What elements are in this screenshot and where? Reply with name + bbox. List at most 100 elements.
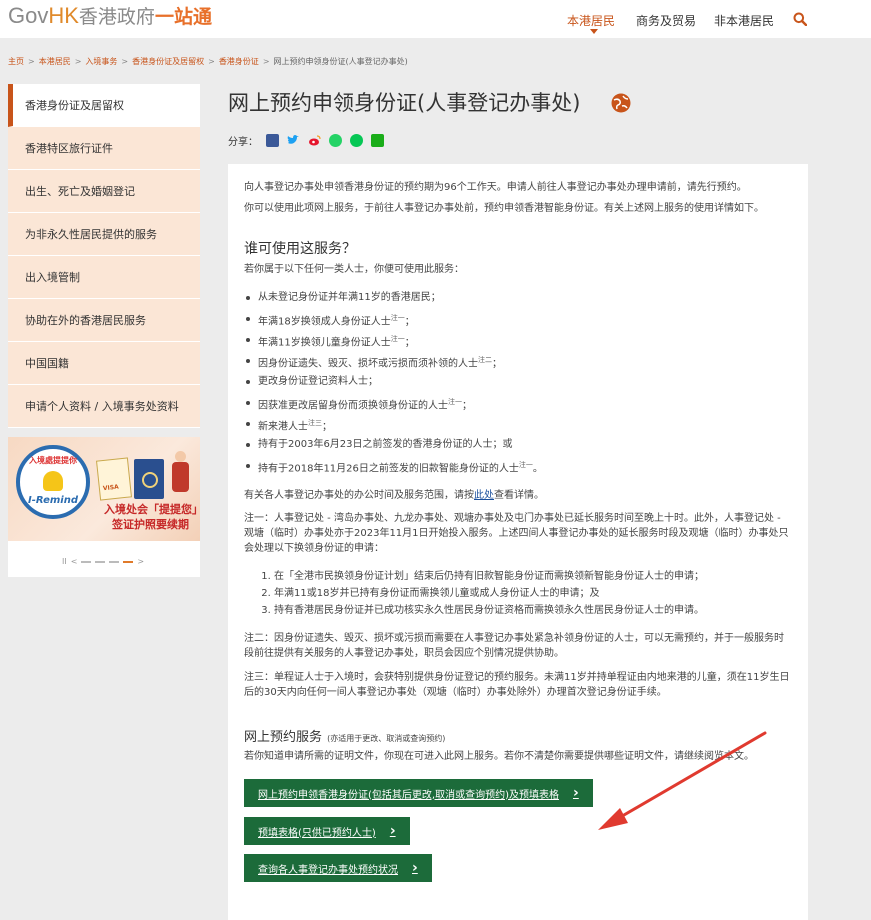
list-item: 持有香港居民身份证并已成功核实永久性居民身份证资格而需换领永久性居民身份证人士的… [274,602,792,619]
eligibility-list: 从未登记身份证并年满11岁的香港居民； 年满18岁换领成人身份证人士注一； 年满… [244,287,792,476]
list-item: 年满11岁换领儿童身份证人士注一； [244,329,792,350]
search-icon[interactable] [793,12,807,26]
chevron-right-icon: › [412,860,418,876]
carousel-controls: II < > [62,557,144,566]
note-3: 注三：单程证人士于入境时，会获特别提供身份证登记的预约服务。未满11岁并持单程证… [244,672,790,698]
whatsapp-icon[interactable] [329,134,342,147]
list-item-text: 持有于2018年11月26日之前签发的旧款智能身份证的人士 [258,463,519,475]
list-item-text: 年满18岁换领成人身份证人士 [258,316,391,328]
visa-card-icon: VISA [95,457,133,501]
breadcrumb-immigration[interactable]: 入境事务 [85,57,117,66]
facebook-icon[interactable] [266,134,279,147]
nav-business[interactable]: 商务及贸易 [636,12,696,29]
online-service-globe-icon [611,93,631,113]
nav-non-residents[interactable]: 非本港居民 [714,12,774,29]
button-label: 网上预约申领香港身份证(包括其后更改,取消或查询预约)及预填表格 [258,789,559,801]
site-header: GovHK香港政府一站通 本港居民 商务及贸易 非本港居民 [0,0,871,38]
breadcrumb-id-card[interactable]: 香港身份证 [219,57,259,66]
chevron-right-icon: › [389,823,396,839]
footnote-ref[interactable]: 注三 [308,419,322,427]
list-item: 年满11或18岁并已持有身份证而需换领儿童或成人身份证人士的申请；及 [274,585,792,602]
govhk-logo[interactable]: GovHK香港政府一站通 [8,2,212,29]
chevron-right-icon: › [572,785,579,801]
footnote-ref[interactable]: 注一 [448,398,462,406]
sidebar-item-id-residence[interactable]: 香港身份证及居留权 [8,84,200,127]
button-group: 网上预约申领香港身份证(包括其后更改,取消或查询预约)及预填表格 › 预填表格(只… [244,779,792,882]
office-info-tail: 查看详情。 [494,490,544,501]
banner-line-1: 入境处会「提提您」 [104,503,200,516]
list-item: 更改身份证登记资料人士； [244,371,792,392]
chevron-left-icon[interactable]: < [71,557,78,566]
nav-residents[interactable]: 本港居民 [567,12,615,29]
chevron-right-icon[interactable]: > [137,557,144,566]
logo-gov-text: Gov [8,3,49,28]
list-item-tail: ； [404,337,415,349]
office-info: 有关各人事登记办事处的办公时间及服务范围，请按此处查看详情。 [244,488,792,503]
promo-banner[interactable]: 入境處提提你 I-Remind VISA 入境处会「提提您」 签证护照要续期 I… [8,437,200,577]
share-bar: 分享： [228,133,384,148]
wechat-icon[interactable] [371,134,384,147]
twitter-icon[interactable] [287,134,300,147]
breadcrumb-separator: > [121,57,129,66]
weibo-icon[interactable] [308,134,321,147]
office-info-text: 有关各人事登记办事处的办公时间及服务范围，请按 [244,490,474,501]
book-appointment-button[interactable]: 网上预约申领香港身份证(包括其后更改,取消或查询预约)及预填表格 › [244,779,593,807]
office-details-link[interactable]: 此处 [474,490,494,501]
footnote-ref[interactable]: 注一 [391,335,405,343]
note-1: 注一：人事登记处 - 湾岛办事处、九龙办事处、观塘办事处及屯门办事处已延长服务时… [244,513,789,554]
breadcrumb-separator: > [262,57,270,66]
sidebar-item-immigration-control[interactable]: 出入境管制 [8,256,200,299]
list-item: 因身份证遗失、毁灭、损坏或污损而须补领的人士注二； [244,350,792,371]
note-1-list: 在「全港市民换领身份证计划」结束后仍持有旧款智能身份证而需换领新智能身份证人士的… [244,568,792,619]
footnote-ref[interactable]: 注二 [478,356,492,364]
breadcrumb-home[interactable]: 主页 [8,57,24,66]
badge-word: I-Remind [28,495,78,506]
breadcrumb: 主页 > 本港居民 > 入境事务 > 香港身份证及居留权 > 香港身份证 > 网上预约申领身份证(人… [8,56,408,67]
iremind-badge: 入境處提提你 I-Remind [16,445,90,519]
logo-zh-highlight: 一站通 [154,7,212,28]
note-2: 注二：因身份证遗失、毁灭、损坏或污损而需要在人事登记办事处紧急补领身份证的人士，… [244,633,784,659]
badge-top-text: 入境處提提你 [29,456,77,465]
pause-icon[interactable]: II [62,557,67,566]
carousel-dot[interactable] [81,560,92,563]
breadcrumb-current: 网上预约申领身份证(人事登记办事处) [273,57,408,66]
list-item: 在「全港市民换领身份证计划」结束后仍持有旧款智能身份证而需换领新智能身份证人士的… [274,568,792,585]
footnote-ref[interactable]: 注一 [519,461,533,469]
list-item-text: 因获准更改居留身份而须换领身份证的人士 [258,400,448,412]
list-item-tail: ； [322,421,332,433]
list-item-text: 新来港人士 [258,421,308,433]
visa-label: VISA [102,483,120,493]
list-item: 持有于2003年6月23日之前签发的香港身份证的人士；或 [244,434,792,455]
list-item: 从未登记身份证并年满11岁的香港居民； [244,287,792,308]
main-content: 向人事登记办事处申领香港身份证的预约期为96个工作天。申请人前往人事登记办事处办… [228,164,808,920]
breadcrumb-separator: > [28,57,35,66]
breadcrumb-id-residence[interactable]: 香港身份证及居留权 [132,57,204,66]
sidebar-item-assistance-abroad[interactable]: 协助在外的香港居民服务 [8,299,200,342]
sidebar-item-personal-data[interactable]: 申请个人资料 / 入境事务处资料 [8,385,200,428]
nav-active-caret-icon [590,29,598,34]
banner-image[interactable]: 入境處提提你 I-Remind VISA 入境处会「提提您」 签证护照要续期 [8,437,200,541]
footnote-ref[interactable]: 注一 [391,314,405,322]
sidebar-item-chinese-nationality[interactable]: 中国国籍 [8,342,200,385]
check-status-button[interactable]: 查询各人事登记办事处预约状况 › [244,854,432,882]
sidebar-item-travel-documents[interactable]: 香港特区旅行证件 [8,127,200,170]
breadcrumb-separator: > [208,57,215,66]
carousel-dot[interactable] [95,560,106,563]
line-icon[interactable] [350,134,363,147]
list-item-tail: ； [492,358,502,370]
sidebar-item-non-permanent[interactable]: 为非永久性居民提供的服务 [8,213,200,256]
prefill-form-button[interactable]: 预填表格(只供已预约人士) › [244,817,410,845]
online-intro: 若你知道申请所需的证明文件，你现在可进入此网上服务。若你不清楚你需要提供哪些证明… [244,751,754,762]
logo-hk-text: HK [48,3,79,28]
banner-line-2: 签证护照要续期 [112,518,189,531]
sidebar-item-birth-death-marriage[interactable]: 出生、死亡及婚姻登记 [8,170,200,213]
breadcrumb-residents[interactable]: 本港居民 [39,57,71,66]
list-item-tail: ； [404,316,415,328]
online-heading-note: (亦适用于更改、取消或查询预约) [327,734,446,743]
button-label: 查询各人事登记办事处预约状况 [258,864,398,876]
list-item-text: 持有于2003年6月23日之前签发的香港身份证的人士；或 [258,439,513,450]
list-item-text: 因身份证遗失、毁灭、损坏或污损而须补领的人士 [258,358,478,370]
bell-icon [43,471,63,491]
carousel-dot[interactable] [109,560,120,563]
carousel-dot-active[interactable] [123,560,134,563]
